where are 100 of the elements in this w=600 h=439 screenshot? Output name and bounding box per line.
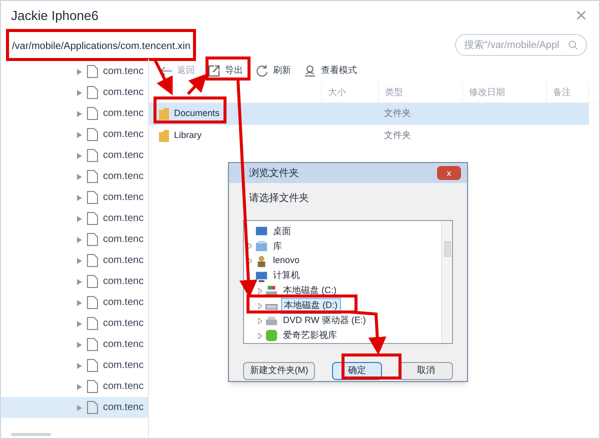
tree-item-label: com.tenc (103, 128, 144, 142)
tree-item-label: com.tenc (103, 107, 144, 121)
scrollbar[interactable] (441, 221, 452, 343)
expand-arrow-icon[interactable] (77, 152, 82, 158)
expand-arrow-icon[interactable] (77, 384, 82, 390)
file-icon (87, 149, 98, 162)
path-text: /var/mobile/Applications/com.tencent.xin (12, 41, 190, 52)
file-icon (87, 254, 98, 267)
tree-item[interactable]: com.tenc (1, 61, 148, 82)
tree-item[interactable]: com.tenc (1, 82, 148, 103)
file-icon (87, 170, 98, 183)
tree-item-label: com.tenc (103, 170, 144, 184)
folder-tree-item[interactable]: 桌面 (271, 224, 293, 238)
tree-item-label: com.tenc (103, 359, 144, 373)
tree-item[interactable]: com.tenc (1, 292, 148, 313)
folder-tree-item[interactable]: DVD RW 驱动器 (E:) (281, 314, 368, 328)
tree-item[interactable]: com.tenc (1, 145, 148, 166)
tree-item[interactable]: com.tenc (1, 229, 148, 250)
expand-arrow-icon[interactable] (77, 404, 82, 410)
expand-arrow-icon[interactable] (258, 302, 262, 309)
tree-item[interactable]: com.tenc (1, 271, 148, 292)
tree-item-label: com.tenc (103, 380, 144, 394)
table-row[interactable]: Library 文件夹 (149, 125, 589, 147)
expand-arrow-icon[interactable] (77, 110, 82, 116)
expand-arrow-icon[interactable] (258, 288, 262, 294)
tree-item[interactable]: com.tenc (1, 187, 148, 208)
scrollbar[interactable] (11, 433, 51, 436)
tree-item[interactable]: com.tenc (1, 355, 148, 376)
tree-item[interactable]: com.tenc (1, 397, 148, 418)
tree-item-label: com.tenc (103, 317, 144, 331)
table-row[interactable]: Documents 文件夹 (149, 103, 589, 125)
tree-item-label: com.tenc (103, 296, 144, 310)
expand-arrow-icon[interactable] (77, 320, 82, 326)
expand-arrow-icon[interactable] (258, 332, 262, 339)
file-icon (87, 401, 98, 414)
file-name: Documents (174, 107, 221, 120)
search-icon (568, 38, 578, 52)
expand-arrow-icon[interactable] (77, 342, 82, 348)
expand-arrow-icon[interactable] (77, 258, 82, 264)
expand-arrow-icon[interactable] (77, 362, 82, 368)
file-icon (87, 317, 98, 330)
file-icon (87, 212, 98, 225)
toolbar-button[interactable]: 刷新 (255, 64, 291, 78)
expand-arrow-icon[interactable] (77, 278, 82, 284)
dialog-button[interactable]: 取消 (399, 362, 453, 380)
tree-item[interactable]: com.tenc (1, 166, 148, 187)
expand-arrow-icon[interactable] (77, 68, 82, 74)
folder-tree-item[interactable]: 本地磁盘 (C:) (281, 284, 338, 298)
expand-arrow-icon[interactable] (248, 243, 252, 250)
expand-arrow-icon[interactable] (258, 318, 262, 324)
tree-item[interactable]: com.tenc (1, 313, 148, 334)
tree-item-label: com.tenc (103, 149, 144, 163)
folder-tree-item[interactable]: 库 (271, 240, 284, 254)
search-field[interactable]: 搜索"/var/mobile/Appl (455, 34, 587, 56)
refresh-icon (255, 64, 269, 78)
expand-arrow-icon[interactable] (77, 236, 82, 242)
desktop-icon (255, 224, 268, 238)
tree-item-label: com.tenc (103, 254, 144, 268)
user-icon (255, 254, 268, 268)
file-type: 文件夹 (384, 129, 411, 142)
app-icon (265, 329, 278, 342)
computer-icon (255, 270, 268, 282)
tree-item-label: com.tenc (103, 86, 144, 100)
export-icon (207, 64, 221, 78)
file-type: 文件夹 (384, 107, 411, 120)
tree-item[interactable]: com.tenc (1, 103, 148, 124)
tree-item-label: com.tenc (103, 212, 144, 226)
file-icon (87, 359, 98, 372)
dialog-prompt: 请选择文件夹 (249, 192, 310, 206)
folder-tree-item[interactable]: 爱奇艺影视库 (281, 328, 339, 342)
file-icon (87, 107, 98, 120)
tree-item[interactable]: com.tenc (1, 250, 148, 271)
drive-icon (265, 284, 278, 298)
close-button[interactable]: x (437, 166, 461, 180)
expand-arrow-icon[interactable] (77, 174, 82, 180)
dialog-button[interactable]: 新建文件夹(M) (243, 362, 315, 380)
expand-arrow-icon[interactable] (77, 132, 82, 138)
tree-item[interactable]: com.tenc (1, 208, 148, 229)
toolbar-button[interactable]: 查看模式 (303, 64, 357, 78)
file-icon (87, 275, 98, 288)
expand-arrow-icon[interactable] (77, 194, 82, 200)
folder-icon (159, 130, 169, 142)
dialog-title: 浏览文件夹 (249, 166, 299, 180)
file-icon (87, 191, 98, 204)
tree-item-label: com.tenc (103, 233, 144, 247)
tree-item-label: com.tenc (103, 401, 144, 415)
expand-arrow-icon[interactable] (77, 90, 82, 96)
expand-arrow-icon[interactable] (77, 300, 82, 306)
back-arrow-icon (159, 64, 173, 78)
file-icon (87, 233, 98, 246)
folder-tree-item[interactable]: 计算机 (271, 269, 302, 283)
tree-item[interactable]: com.tenc (1, 124, 148, 145)
expand-arrow-icon[interactable] (248, 258, 252, 264)
tree-item-label: com.tenc (103, 338, 144, 352)
expand-arrow-icon[interactable] (77, 216, 82, 222)
tree-item[interactable]: com.tenc (1, 376, 148, 397)
tree-item[interactable]: com.tenc (1, 334, 148, 355)
tree-item-label: com.tenc (103, 191, 144, 205)
folder-tree-item[interactable]: lenovo (271, 254, 302, 268)
folder-icon (159, 108, 169, 120)
